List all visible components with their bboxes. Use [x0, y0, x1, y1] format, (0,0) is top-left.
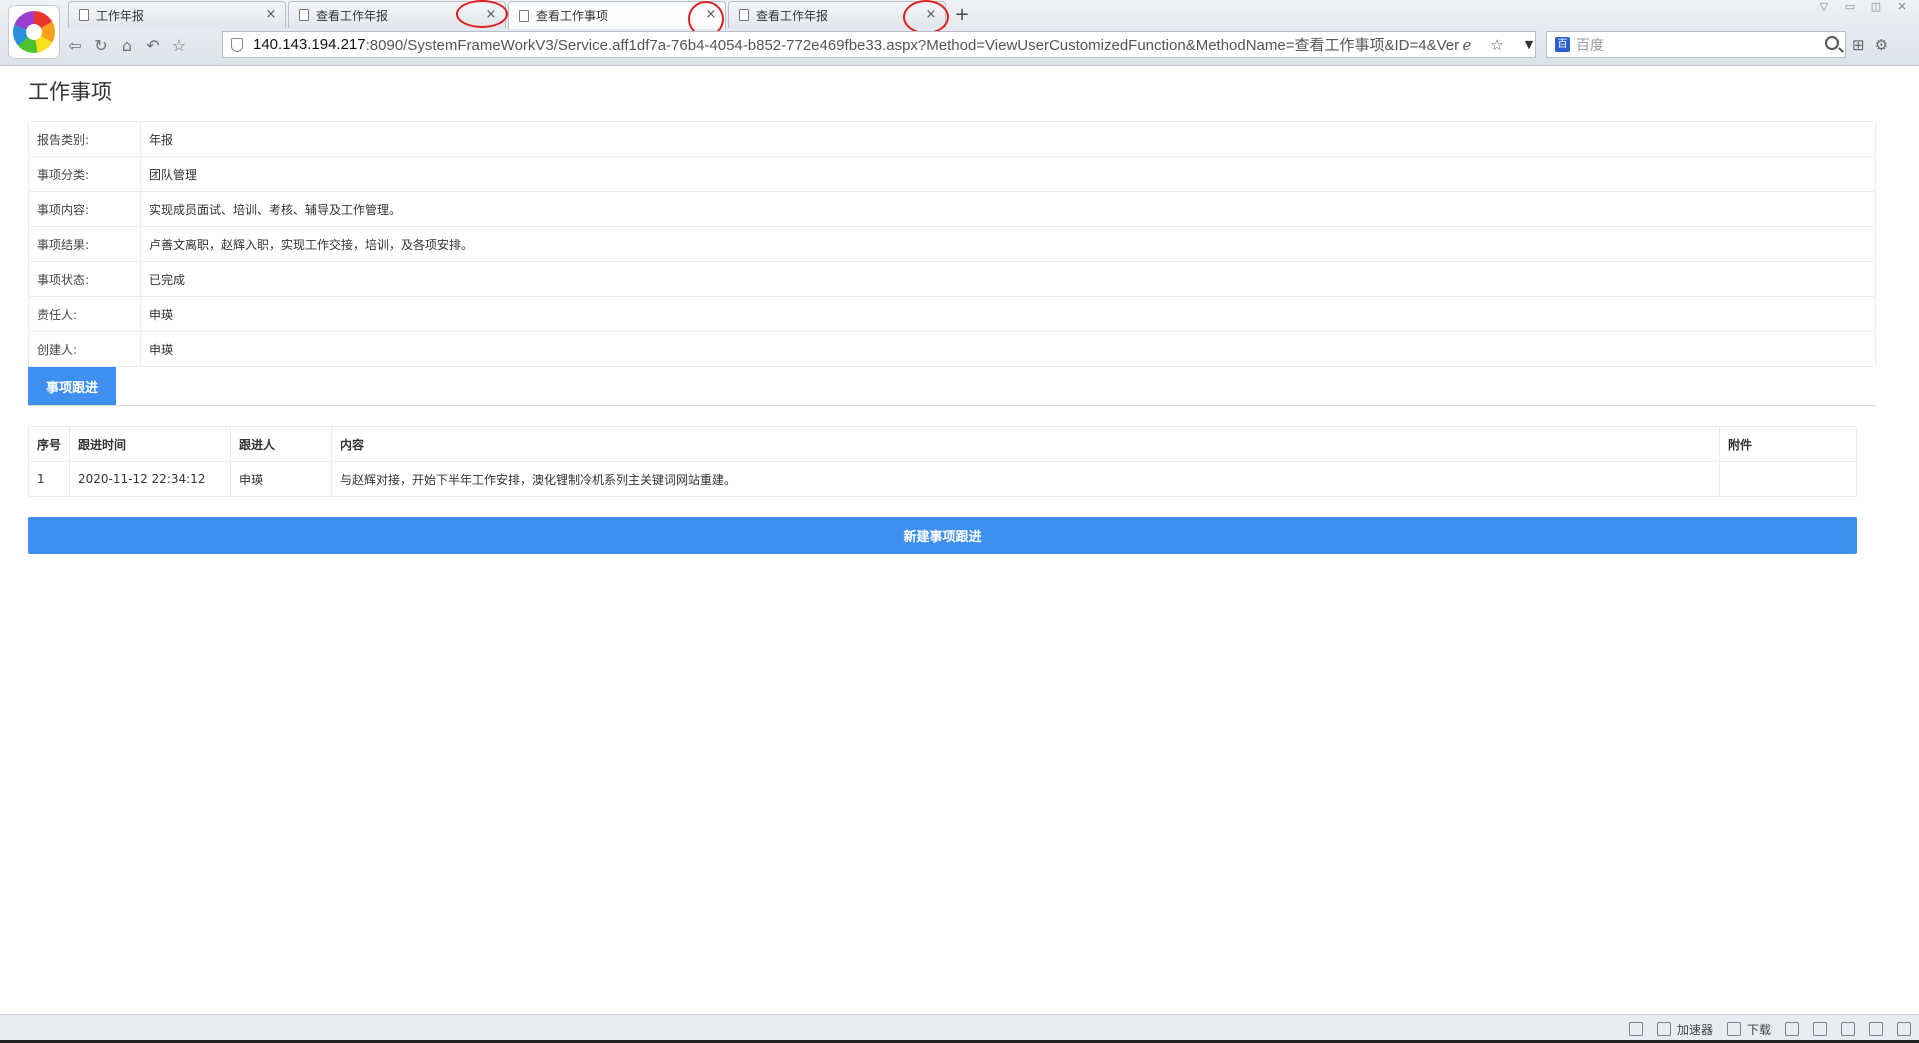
- tab-divider: [28, 405, 1876, 406]
- url-host: 140.143.194.217: [253, 36, 366, 53]
- download-icon: [1726, 1022, 1741, 1036]
- bookmark-star-icon[interactable]: ☆: [1486, 36, 1508, 54]
- tab-strip: 工作年报 × 查看工作年报 × 查看工作事项 × 查看工作年报 × +: [68, 1, 976, 29]
- cell-time: 2020-11-12 22:34:12: [69, 461, 231, 497]
- status-bar: 加速器 下载: [0, 1014, 1919, 1043]
- new-followup-button[interactable]: 新建事项跟进: [28, 517, 1857, 554]
- field-value: 实现成员面试、培训、考核、辅导及工作管理。: [140, 191, 1876, 227]
- close-tab-icon[interactable]: ×: [923, 7, 939, 23]
- tab-item-followup[interactable]: 事项跟进: [28, 367, 116, 406]
- zoom-icon[interactable]: [1897, 1022, 1911, 1036]
- column-header-person: 跟进人: [230, 426, 332, 462]
- followup-table: 序号 跟进时间 跟进人 内容 附件 1 2020-11-12 22:34:12 …: [28, 426, 1857, 497]
- accelerator-item[interactable]: 加速器: [1656, 1021, 1713, 1038]
- field-row: 责任人: 申瑛: [28, 296, 1876, 332]
- work-item-detail-table: 报告类别: 年报 事项分类: 团队管理 事项内容: 实现成员面试、培训、考核、辅…: [28, 121, 1876, 367]
- dropdown-arrow-icon[interactable]: ▼: [1518, 31, 1540, 58]
- search-placeholder: 百度: [1576, 37, 1604, 54]
- window-controls: ▽ ▭ ◫ ✕: [1813, 0, 1913, 14]
- column-header-index: 序号: [28, 426, 70, 462]
- field-label: 创建人:: [28, 331, 141, 367]
- url-path: :8090/SystemFrameWorkV3/Service.aff1df7a…: [365, 37, 1460, 54]
- back-icon[interactable]: ⇦: [62, 32, 88, 58]
- field-label: 责任人:: [28, 296, 141, 332]
- skin-icon[interactable]: ▽: [1813, 0, 1835, 14]
- browser-chrome: 工作年报 × 查看工作年报 × 查看工作事项 × 查看工作年报 × + ▽ ▭ …: [0, 0, 1919, 66]
- column-header-content: 内容: [331, 426, 1720, 462]
- tab-label: 查看工作年报: [756, 8, 829, 23]
- restore-icon[interactable]: ◫: [1865, 0, 1887, 14]
- page-icon: [299, 9, 309, 21]
- tab-label: 查看工作年报: [316, 8, 389, 23]
- field-value: 年报: [140, 121, 1876, 157]
- display-icon[interactable]: [1869, 1022, 1883, 1036]
- page-content: 工作事项 报告类别: 年报 事项分类: 团队管理 事项内容: 实现成员面试、培训…: [0, 66, 1919, 1014]
- new-tab-button[interactable]: +: [948, 1, 976, 28]
- field-value: 团队管理: [140, 156, 1876, 192]
- field-row: 事项内容: 实现成员面试、培训、考核、辅导及工作管理。: [28, 191, 1876, 227]
- field-row: 报告类别: 年报: [28, 121, 1876, 157]
- field-row: 事项分类: 团队管理: [28, 156, 1876, 192]
- field-value: 申瑛: [140, 296, 1876, 332]
- cell-person: 申瑛: [230, 461, 332, 497]
- search-box[interactable]: 百 百度: [1546, 31, 1846, 58]
- field-label: 事项分类:: [28, 156, 141, 192]
- tab-label: 查看工作事项: [536, 9, 609, 23]
- field-value: 已完成: [140, 261, 1876, 297]
- page-icon: [519, 9, 529, 22]
- tools-icon[interactable]: ⚙: [1875, 36, 1888, 54]
- tab-view-work-item[interactable]: 查看工作事项 ×: [508, 1, 726, 29]
- tab-label: 工作年报: [96, 8, 145, 23]
- screenshot-icon[interactable]: [1785, 1022, 1799, 1036]
- field-value: 申瑛: [140, 331, 1876, 367]
- page-icon: [79, 9, 89, 21]
- security-shield-icon: [231, 37, 243, 52]
- minimize-icon[interactable]: ▭: [1839, 0, 1861, 14]
- field-label: 报告类别:: [28, 121, 141, 157]
- search-icon[interactable]: [1825, 36, 1839, 50]
- table-header-row: 序号 跟进时间 跟进人 内容 附件: [28, 426, 1857, 462]
- cell-attachment: [1719, 461, 1857, 497]
- refresh-icon[interactable]: ↻: [88, 32, 114, 58]
- sound-icon[interactable]: [1841, 1022, 1855, 1036]
- field-row: 事项状态: 已完成: [28, 261, 1876, 297]
- browser-logo-icon[interactable]: [8, 5, 60, 59]
- page-icon: [739, 9, 749, 21]
- baidu-icon: 百: [1555, 37, 1570, 52]
- pin-icon[interactable]: [1628, 1022, 1643, 1036]
- table-row: 1 2020-11-12 22:34:12 申瑛 与赵辉对接，开始下半年工作安排…: [28, 461, 1857, 497]
- tab-view-annual-report-2[interactable]: 查看工作年报 ×: [728, 1, 946, 28]
- accelerator-icon: [1656, 1022, 1671, 1036]
- undo-close-icon[interactable]: ↶: [140, 32, 166, 58]
- favorite-icon[interactable]: ☆: [166, 32, 192, 58]
- column-header-time: 跟进时间: [69, 426, 231, 462]
- field-label: 事项结果:: [28, 226, 141, 262]
- column-header-attachment: 附件: [1719, 426, 1857, 462]
- field-label: 事项状态:: [28, 261, 141, 297]
- field-row: 事项结果: 卢善文离职，赵辉入职，实现工作交接，培训，及各项安排。: [28, 226, 1876, 262]
- close-tab-icon[interactable]: ×: [703, 7, 719, 23]
- close-tab-icon[interactable]: ×: [483, 7, 499, 23]
- close-window-icon[interactable]: ✕: [1891, 0, 1913, 14]
- cell-content: 与赵辉对接，开始下半年工作安排，澳化锂制冷机系列主关键词网站重建。: [331, 461, 1720, 497]
- download-label: 下载: [1746, 1022, 1771, 1037]
- nav-toolbar: ⇦ ↻ ⌂ ↶ ☆: [62, 30, 192, 60]
- tab-work-annual-report[interactable]: 工作年报 ×: [68, 1, 286, 28]
- field-row: 创建人: 申瑛: [28, 331, 1876, 367]
- extra-tools: ⊞ ⚙: [1852, 31, 1888, 58]
- cell-index: 1: [28, 461, 70, 497]
- ie-mode-icon[interactable]: ℯ: [1456, 36, 1478, 54]
- address-bar[interactable]: 140.143.194.217:8090/SystemFrameWorkV3/S…: [222, 31, 1536, 58]
- page-title: 工作事项: [28, 80, 112, 104]
- trash-icon[interactable]: [1813, 1022, 1827, 1036]
- field-value: 卢善文离职，赵辉入职，实现工作交接，培训，及各项安排。: [140, 226, 1876, 262]
- close-tab-icon[interactable]: ×: [263, 7, 279, 23]
- tab-view-annual-report[interactable]: 查看工作年报 ×: [288, 1, 506, 28]
- home-icon[interactable]: ⌂: [114, 32, 140, 58]
- address-bar-actions: ℯ ☆: [1456, 31, 1508, 58]
- grid-icon[interactable]: ⊞: [1852, 36, 1865, 54]
- download-item[interactable]: 下载: [1726, 1021, 1771, 1038]
- accelerator-label: 加速器: [1676, 1022, 1713, 1037]
- field-label: 事项内容:: [28, 191, 141, 227]
